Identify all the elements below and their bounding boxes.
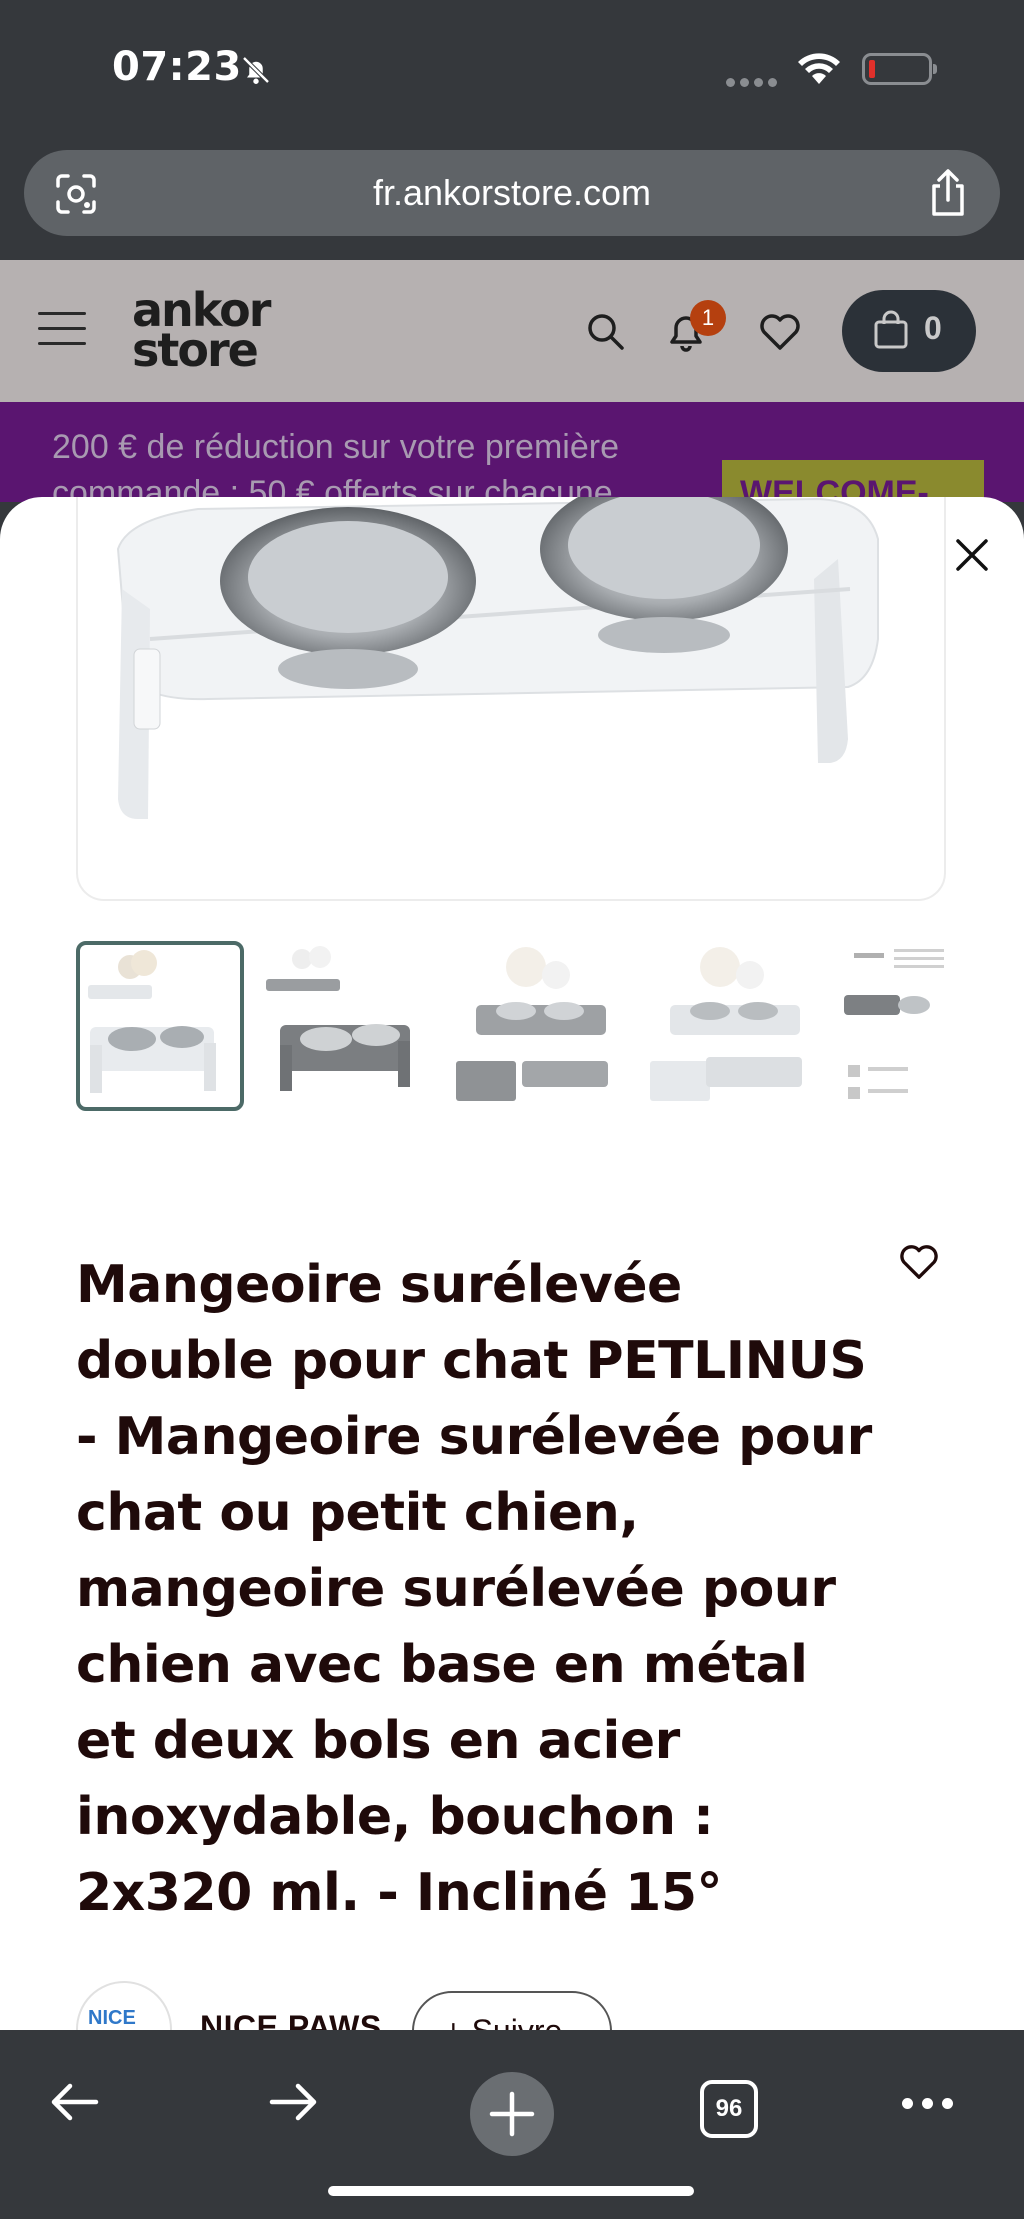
feeder-illustration: [116, 497, 879, 819]
follow-button[interactable]: + Suivre: [412, 1991, 612, 2030]
heart-icon[interactable]: [898, 1243, 940, 1281]
plus-icon: [489, 2091, 535, 2137]
thumbnail-3[interactable]: [456, 941, 624, 1111]
thumbnail-5[interactable]: [844, 941, 946, 1111]
promo-banner: 200 € de réduction sur votre première co…: [0, 402, 1024, 502]
brand-name[interactable]: NICE PAWS: [200, 2009, 382, 2030]
product-modal: Mangeoire surélevée double pour chat PET…: [0, 497, 1024, 2030]
wifi-icon: [798, 53, 840, 84]
status-time: 07:23: [112, 44, 242, 90]
product-main-image[interactable]: [76, 497, 946, 901]
notification-badge: 1: [690, 300, 726, 336]
thumbnail-strip: [76, 941, 946, 1113]
wishlist-icon[interactable]: [758, 312, 802, 352]
close-icon[interactable]: [950, 533, 994, 577]
product-title: Mangeoire surélevée double pour chat PET…: [76, 1255, 872, 1923]
thumbnail-1[interactable]: [76, 941, 244, 1111]
browser-chrome: 07:23 fr.ankorstore.com: [0, 0, 1024, 260]
brand-avatar[interactable]: NICE PAWS: [76, 1981, 172, 2030]
search-icon[interactable]: [584, 310, 628, 354]
tabs-count-button[interactable]: 96: [700, 2080, 758, 2138]
shopping-bag-icon: [874, 310, 908, 349]
site-header: ankor store 1 0: [0, 260, 1024, 402]
brand-row: NICE PAWS NICE PAWS + Suivre: [76, 1981, 976, 2030]
home-indicator: [328, 2186, 694, 2196]
promo-code[interactable]: WELCOME-: [722, 460, 984, 502]
site-logo[interactable]: ankor store: [132, 287, 271, 373]
address-bar[interactable]: fr.ankorstore.com: [24, 150, 1000, 236]
share-icon[interactable]: [926, 168, 970, 218]
promo-text: 200 € de réduction sur votre première co…: [52, 428, 619, 502]
url-text[interactable]: fr.ankorstore.com: [24, 172, 1000, 214]
cellular-signal-icon: [726, 74, 782, 92]
back-arrow-icon[interactable]: [46, 2078, 102, 2126]
thumbnail-4[interactable]: [650, 941, 818, 1111]
thumbnail-2[interactable]: [262, 941, 430, 1111]
cart-count: 0: [924, 310, 942, 346]
battery-icon: [862, 53, 937, 85]
forward-arrow-icon[interactable]: [266, 2078, 322, 2126]
bell-slash-icon: [242, 56, 270, 84]
more-icon[interactable]: [902, 2096, 962, 2114]
menu-icon[interactable]: [38, 312, 86, 348]
new-tab-button[interactable]: [470, 2072, 554, 2156]
cart-button[interactable]: 0: [842, 290, 976, 372]
